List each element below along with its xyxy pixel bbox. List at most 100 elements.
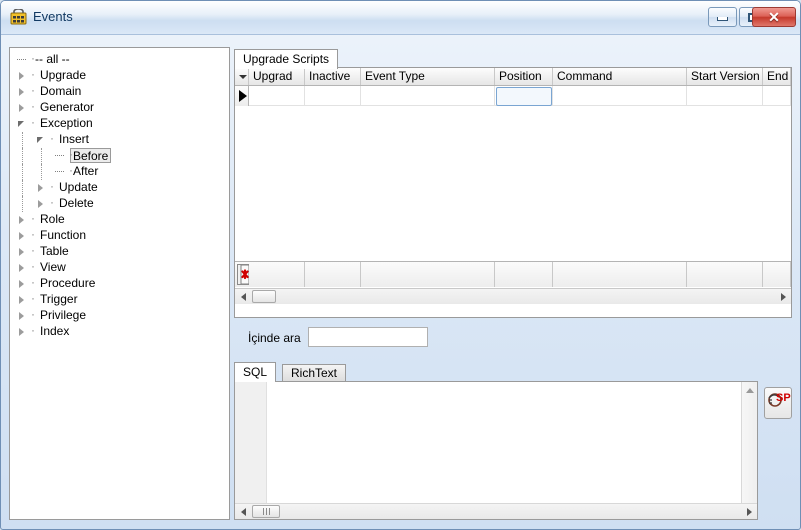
tree-item-label: -- all --: [35, 52, 70, 66]
tree-item-exception[interactable]: Exception: [10, 114, 216, 132]
expand-arrow-icon[interactable]: [16, 68, 30, 83]
tree-guide-line: [22, 180, 23, 196]
editor-gutter: [235, 382, 267, 519]
grid-footer-row: [235, 261, 791, 287]
grid-column-header-label: Start Version: [691, 69, 760, 83]
expand-arrow-icon[interactable]: [16, 324, 30, 339]
collapse-arrow-icon[interactable]: [16, 116, 30, 131]
sql-editor[interactable]: [234, 381, 758, 520]
upgrade-scripts-grid[interactable]: Upgrad Inactive Event Type Position Command S…: [234, 68, 792, 318]
close-button[interactable]: ✕: [752, 7, 796, 27]
grid-cell[interactable]: [361, 86, 495, 106]
editor-scroll-left-icon[interactable]: [235, 504, 251, 519]
search-row: İçinde ara: [234, 326, 792, 352]
expand-arrow-icon[interactable]: [16, 308, 30, 323]
scroll-left-icon[interactable]: [235, 289, 251, 304]
editor-hscroll-thumb[interactable]: [252, 505, 280, 518]
grid-column-header[interactable]: End Versi: [763, 68, 791, 85]
grid-column-header[interactable]: Upgrad: [249, 68, 305, 85]
tree-item-delete[interactable]: Delete: [10, 194, 216, 212]
tree-connector: [30, 98, 37, 115]
search-input[interactable]: [308, 327, 428, 347]
expand-arrow-icon[interactable]: [35, 196, 49, 211]
grid-footer-cell: [361, 262, 495, 287]
tree-item-label: Exception: [40, 116, 93, 130]
grid-column-selector[interactable]: [235, 68, 249, 85]
tree-item-role[interactable]: Role: [10, 210, 216, 228]
client-area: -- all -- Upgrade Domain Generator Exception…: [5, 39, 796, 526]
grid-cell-value: [305, 86, 360, 90]
expand-arrow-icon[interactable]: [16, 260, 30, 275]
grid-column-header[interactable]: Start Version: [687, 68, 763, 85]
tree-item-index[interactable]: Index: [10, 322, 216, 340]
tree-item-table[interactable]: Table: [10, 242, 216, 260]
grid-horizontal-scrollbar[interactable]: [235, 288, 791, 304]
stored-procedure-button[interactable]: SP: [764, 387, 792, 419]
scroll-up-icon[interactable]: [742, 382, 757, 398]
grid-column-header-label: Event Type: [365, 69, 425, 83]
tree-connector: [30, 210, 37, 227]
tree-connector: [30, 66, 37, 83]
editor-horizontal-scrollbar[interactable]: [235, 503, 757, 519]
tree-item-trigger[interactable]: Trigger: [10, 290, 216, 308]
expand-arrow-icon[interactable]: [16, 84, 30, 99]
tree-item-view[interactable]: View: [10, 258, 216, 276]
object-tree-panel[interactable]: -- all -- Upgrade Domain Generator Exception…: [9, 47, 230, 520]
collapse-arrow-icon[interactable]: [35, 132, 49, 147]
tree-item-after[interactable]: After: [10, 162, 216, 180]
focused-grid-cell[interactable]: [496, 87, 552, 106]
tree-item-insert[interactable]: Insert: [10, 130, 216, 148]
grid-column-header[interactable]: Event Type: [361, 68, 495, 85]
minimize-button[interactable]: [708, 7, 737, 27]
search-label: İçinde ara: [248, 331, 301, 345]
tree-item-privilege[interactable]: Privilege: [10, 306, 216, 324]
tree-guide-line: [22, 148, 23, 164]
tree-item-label: Domain: [40, 84, 82, 98]
tree-item-label: Procedure: [40, 276, 96, 290]
expand-arrow-icon[interactable]: [16, 212, 30, 227]
scroll-right-icon[interactable]: [775, 289, 791, 304]
grid-cell[interactable]: [687, 86, 763, 106]
tree-item-domain[interactable]: Domain: [10, 82, 216, 100]
tab-upgrade-scripts[interactable]: Upgrade Scripts: [234, 49, 339, 69]
expand-arrow-icon[interactable]: [16, 228, 30, 243]
tree-item-upgrade[interactable]: Upgrade: [10, 66, 216, 84]
tree-item-update[interactable]: Update: [10, 178, 216, 196]
expand-arrow-icon[interactable]: [35, 180, 49, 195]
tree-item-label: Generator: [40, 100, 95, 114]
grid-column-header[interactable]: Command: [553, 68, 687, 85]
tree-connector: [30, 322, 37, 339]
tree-item-label: Privilege: [40, 308, 87, 322]
expand-arrow-icon[interactable]: [16, 292, 30, 307]
tree-item-label: Function: [40, 228, 87, 242]
tree-item-generator[interactable]: Generator: [10, 98, 216, 116]
table-row[interactable]: [235, 86, 791, 106]
grid-cell[interactable]: [305, 86, 361, 106]
object-type-tree: -- all -- Upgrade Domain Generator Exception…: [10, 50, 216, 340]
tree-item-procedure[interactable]: Procedure: [10, 274, 216, 292]
editor-vertical-scrollbar[interactable]: [741, 382, 757, 504]
expand-arrow-icon[interactable]: [16, 244, 30, 259]
expand-arrow-icon[interactable]: [16, 276, 30, 291]
grid-cell-value: [687, 86, 762, 90]
tree-item-function[interactable]: Function: [10, 226, 216, 244]
grid-column-header[interactable]: Position: [495, 68, 553, 85]
grid-cell[interactable]: [763, 86, 791, 106]
tree-item-all[interactable]: -- all --: [10, 50, 216, 68]
grid-column-header[interactable]: Inactive: [305, 68, 361, 85]
grid-cell[interactable]: [553, 86, 687, 106]
grid-cell[interactable]: [249, 86, 305, 106]
tree-connector: [30, 50, 35, 67]
grid-cell-value: [553, 86, 686, 90]
chevron-down-icon: [239, 75, 247, 79]
grid-hscroll-thumb[interactable]: [252, 290, 276, 303]
tree-item-before[interactable]: Before: [10, 146, 216, 164]
editor-scroll-right-icon[interactable]: [741, 504, 757, 519]
grid-header-row: Upgrad Inactive Event Type Position Command S…: [235, 68, 791, 86]
expand-arrow-icon[interactable]: [16, 100, 30, 115]
tab-richtext[interactable]: RichText: [282, 364, 347, 382]
tree-connector: [30, 114, 37, 131]
grid-footer-cell: [495, 262, 553, 287]
tab-sql[interactable]: SQL: [234, 362, 277, 382]
grid-footer-cell: [249, 262, 305, 287]
